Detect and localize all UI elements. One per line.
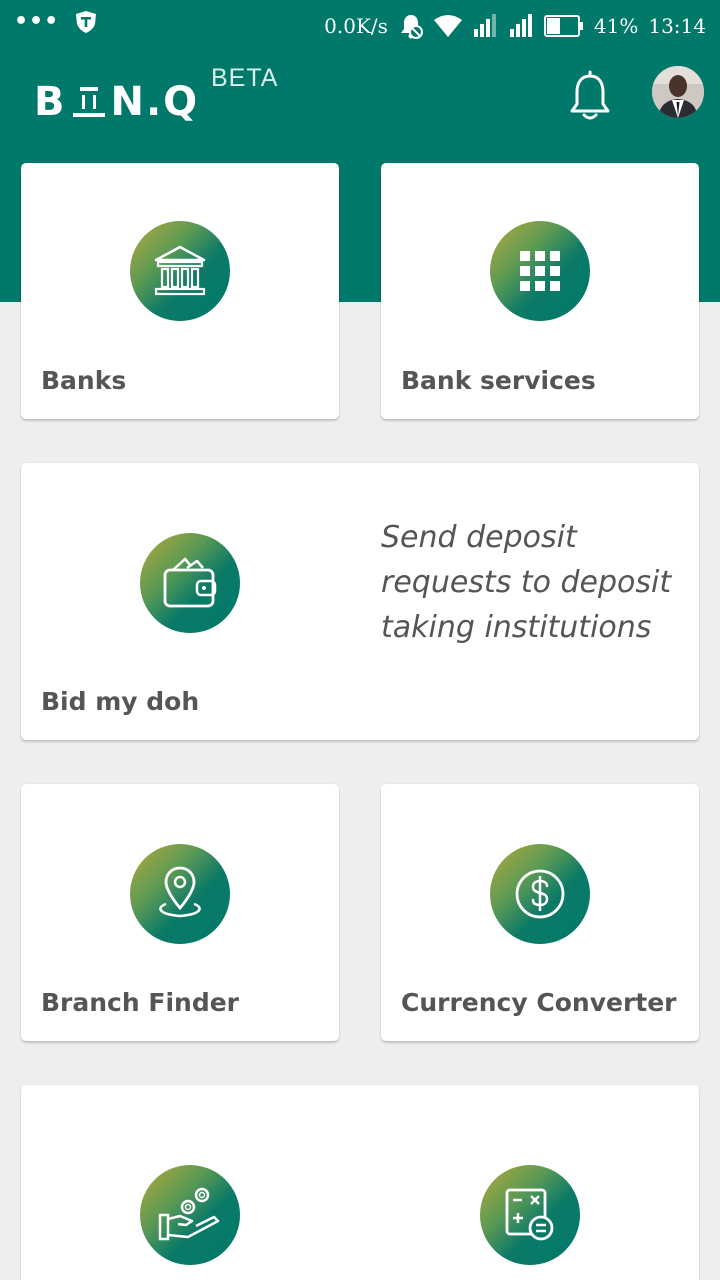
bid-my-doh-tagline: Send deposit requests to deposit taking …: [381, 520, 672, 645]
savings-calculator-card[interactable]: [21, 1085, 699, 1280]
status-bar: ••• 0.0K/s 41% 13:14: [0, 0, 720, 52]
hand-coins-icon: [158, 1187, 220, 1241]
wallet-icon: [163, 557, 217, 608]
shield-app-icon: [76, 11, 97, 33]
bank-services-label: Bank services: [401, 366, 596, 395]
bid-my-doh-card[interactable]: Bid my doh Send deposit requests to depo…: [21, 463, 699, 740]
wifi-icon: [433, 15, 462, 37]
branch-finder-label: Branch Finder: [41, 988, 239, 1017]
more-notifications-icon: •••: [14, 9, 60, 34]
branch-finder-card[interactable]: Branch Finder: [21, 784, 339, 1041]
alarm-off-icon: [400, 15, 423, 39]
bid-my-doh-icon-circle: [140, 533, 240, 633]
signal-2-icon: [509, 14, 532, 37]
grid-icon: [520, 251, 560, 291]
bank-services-card[interactable]: Bank services: [381, 163, 699, 419]
currency-converter-icon-circle: [490, 844, 590, 944]
notification-bell-icon[interactable]: [568, 70, 612, 122]
banks-label: Banks: [41, 366, 127, 395]
location-pin-icon: [159, 866, 201, 918]
logo-text-left: B: [34, 79, 67, 125]
app-bar: B N.Q BETA: [0, 52, 720, 162]
signal-1-icon: [473, 14, 496, 37]
user-avatar[interactable]: [652, 66, 704, 118]
network-speed: 0.0K/s: [324, 14, 388, 38]
savings-icon-circle: [140, 1165, 240, 1265]
branch-finder-icon-circle: [130, 844, 230, 944]
logo-bank-icon: [72, 87, 105, 117]
calculator-icon-circle: [480, 1165, 580, 1265]
battery-icon: [543, 15, 583, 37]
bank-building-icon: [154, 245, 206, 296]
currency-converter-card[interactable]: Currency Converter: [381, 784, 699, 1041]
logo-text-right: N.Q: [110, 79, 200, 125]
dollar-coin-icon: [515, 869, 565, 919]
calculator-icon: [505, 1188, 554, 1241]
avatar-person-icon: [652, 66, 704, 118]
beta-badge: BETA: [211, 64, 279, 92]
app-logo: B N.Q: [34, 82, 199, 122]
bid-my-doh-label: Bid my doh: [41, 687, 200, 716]
bank-services-icon-circle: [490, 221, 590, 321]
banks-icon-circle: [130, 221, 230, 321]
clock: 13:14: [648, 14, 706, 38]
battery-percent: 41%: [593, 14, 639, 38]
banks-card[interactable]: Banks: [21, 163, 339, 419]
currency-converter-label: Currency Converter: [401, 988, 677, 1017]
